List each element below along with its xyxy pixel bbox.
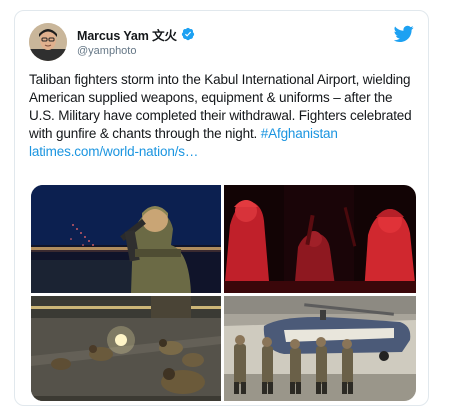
verified-badge-icon [181, 27, 195, 41]
tweet-header: Marcus Yam 文火 @yamphoto [29, 23, 414, 63]
twitter-bird-icon[interactable] [393, 25, 414, 43]
avatar[interactable] [29, 23, 67, 61]
tweet-body-text: Taliban fighters storm into the Kabul In… [29, 72, 412, 141]
display-name[interactable]: Marcus Yam 文火 [77, 25, 177, 44]
photo-fighters-by-helicopter[interactable] [224, 296, 416, 401]
tweet-card[interactable]: Marcus Yam 文火 @yamphoto Taliban fighters… [14, 10, 429, 406]
photo-red-light-fighters[interactable] [224, 185, 416, 293]
user-handle[interactable]: @yamphoto [77, 45, 195, 57]
article-link[interactable]: latimes.com/world-nation/s… [29, 144, 198, 159]
hashtag-link[interactable]: #Afghanistan [261, 126, 338, 141]
photo-fighters-praying-tarmac[interactable] [31, 296, 221, 401]
tweet-text: Taliban fighters storm into the Kabul In… [29, 71, 419, 161]
photo-night-airport-fighter[interactable] [31, 185, 221, 293]
media-grid [31, 185, 416, 401]
